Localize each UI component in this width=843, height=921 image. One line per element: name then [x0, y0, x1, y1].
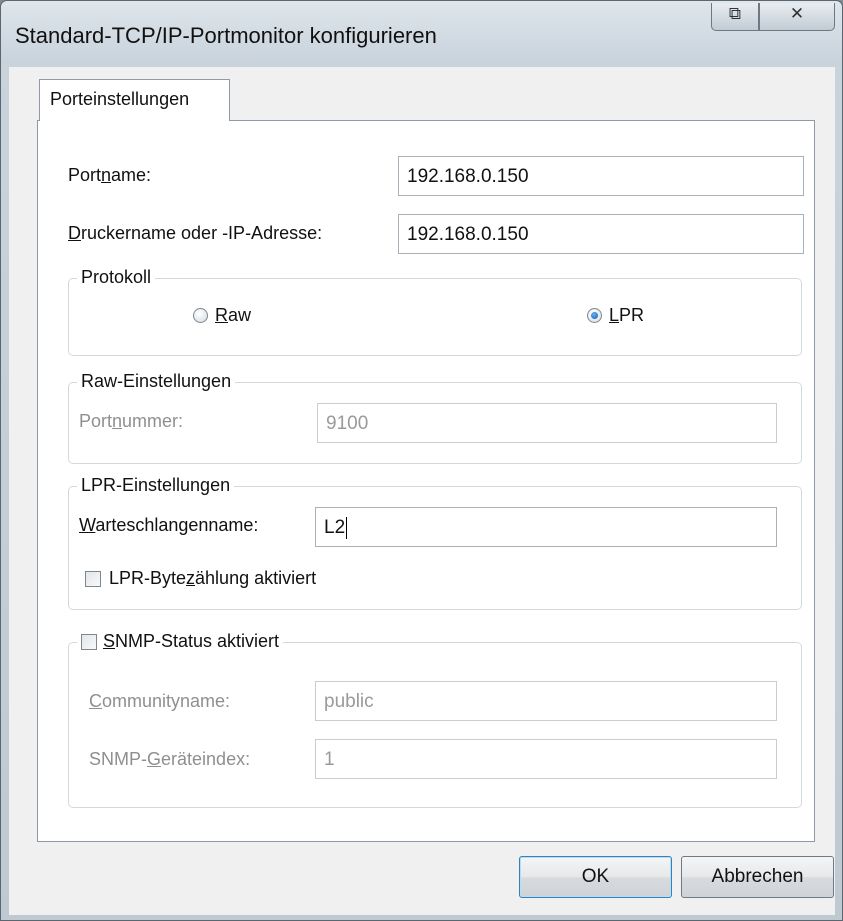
lpr-radio-label[interactable]: LPR: [609, 305, 644, 326]
community-name-label: Communityname:: [89, 691, 231, 711]
snmp-status-checkbox[interactable]: [81, 634, 97, 650]
lpr-settings-group: LPR-Einstellungen Warteschlangenname: L2…: [68, 475, 802, 610]
window-title: Standard-TCP/IP-Portmonitor konfiguriere…: [15, 23, 437, 48]
title-bar[interactable]: Standard-TCP/IP-Portmonitor konfiguriere…: [1, 1, 842, 67]
lpr-bytecount-checkbox[interactable]: [85, 571, 101, 587]
raw-settings-group: Raw-Einstellungen Portnummer: 9100: [68, 371, 802, 464]
tab-panel: Portname: 192.168.0.150 Druckername oder…: [37, 120, 815, 842]
port-number-label: Portnummer:: [79, 411, 184, 431]
tab-label: Porteinstellungen: [50, 89, 190, 109]
queue-name-label: Warteschlangenname:: [79, 515, 259, 535]
port-name-label: Portname:: [68, 165, 152, 185]
close-button[interactable]: ✕: [759, 3, 835, 31]
raw-radio-label[interactable]: Raw: [215, 305, 251, 326]
protocol-legend: Protokoll: [77, 267, 156, 288]
port-number-input[interactable]: 9100: [317, 403, 777, 443]
lpr-settings-legend: LPR-Einstellungen: [77, 475, 235, 496]
tab-porteinstellungen[interactable]: Porteinstellungen: [39, 79, 230, 121]
community-name-input[interactable]: public: [315, 681, 777, 721]
cancel-button[interactable]: Abbrechen: [681, 856, 834, 898]
snmp-group: SNMP-Status aktiviert Communityname: pub…: [68, 631, 802, 808]
device-index-label: SNMP-Geräteindex:: [89, 749, 251, 769]
snmp-legend[interactable]: SNMP-Status aktiviert: [77, 631, 284, 652]
raw-radio[interactable]: [193, 308, 208, 323]
queue-name-input[interactable]: L2: [315, 507, 777, 547]
protocol-group: Protokoll Raw LPR: [68, 267, 802, 356]
raw-settings-legend: Raw-Einstellungen: [77, 371, 236, 392]
printer-address-input[interactable]: 192.168.0.150: [398, 214, 804, 254]
lpr-bytecount-label[interactable]: LPR-Bytezählung aktiviert: [109, 568, 316, 589]
restore-button[interactable]: ⧉: [711, 3, 759, 31]
restore-icon: ⧉: [728, 4, 742, 23]
printer-name-label: Druckername oder -IP-Adresse:: [68, 223, 323, 243]
device-index-input[interactable]: 1: [315, 739, 777, 779]
lpr-radio[interactable]: [587, 308, 602, 323]
ok-button[interactable]: OK: [519, 856, 672, 898]
close-icon: ✕: [789, 4, 805, 23]
text-caret: [346, 517, 347, 539]
dialog-window: Standard-TCP/IP-Portmonitor konfiguriere…: [0, 0, 843, 921]
port-name-input[interactable]: 192.168.0.150: [398, 156, 804, 196]
